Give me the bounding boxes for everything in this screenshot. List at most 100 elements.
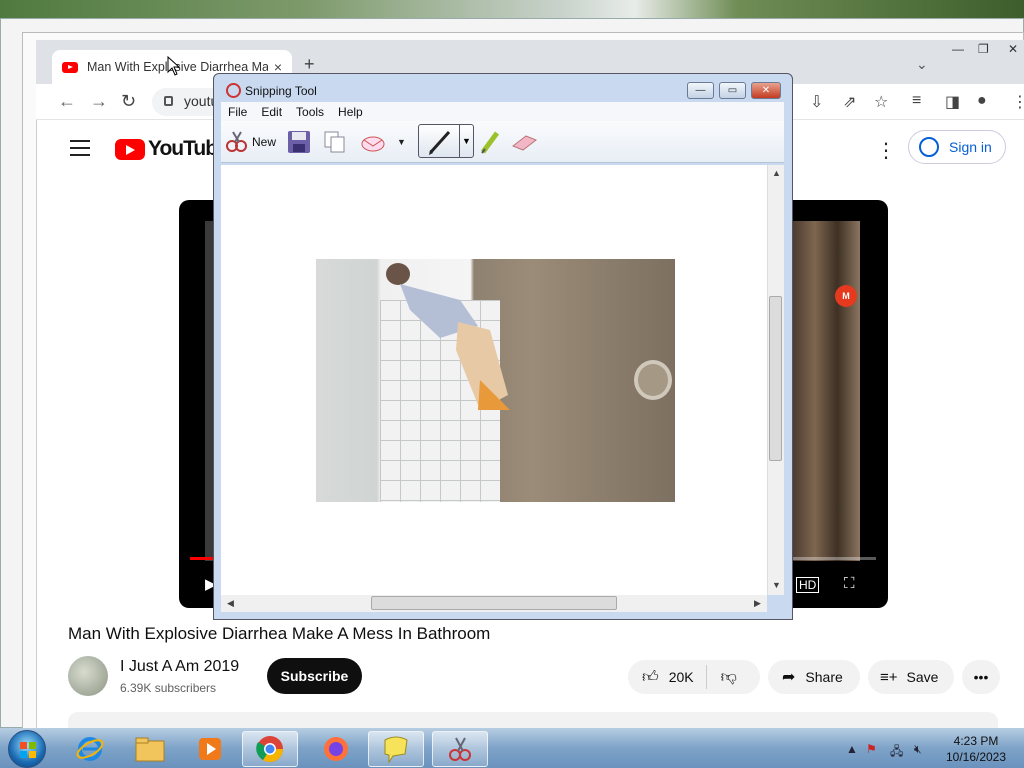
chrome-menu-icon[interactable]: ⋮	[1012, 92, 1024, 112]
menu-edit[interactable]: Edit	[261, 105, 282, 119]
more-actions-button[interactable]: •••	[962, 660, 1000, 694]
youtube-logo[interactable]: YouTube	[115, 137, 229, 161]
like-button[interactable]: 👍︎ 20K	[628, 665, 707, 689]
reload-icon[interactable]: ↻	[121, 91, 136, 112]
back-arrow-icon[interactable]: ←	[58, 91, 76, 112]
taskbar-media-player[interactable]	[182, 731, 238, 767]
dislike-button[interactable]: 👎︎	[707, 668, 737, 687]
send-dropdown-icon[interactable]: ▼	[397, 130, 406, 154]
channel-avatar[interactable]	[68, 656, 108, 696]
side-panel-icon[interactable]: ◨	[945, 92, 960, 112]
show-hidden-icons[interactable]: ▲	[846, 742, 858, 756]
snip-close-button[interactable]: ✕	[751, 82, 781, 99]
settings-kebab-icon[interactable]: ⋮	[876, 138, 896, 163]
send-envelope-icon	[361, 136, 385, 152]
action-center-flag-icon[interactable]: ⚑	[866, 742, 877, 756]
fullscreen-icon[interactable]: ⛶	[844, 575, 855, 592]
snipping-tool-titlebar[interactable]: Snipping Tool	[226, 83, 317, 98]
snip-image-toilet	[634, 360, 672, 400]
highlighter-icon	[480, 131, 500, 154]
snip-menu-bar: File Edit Tools Help	[221, 102, 784, 121]
save-snip-button[interactable]	[287, 130, 311, 154]
forward-arrow-icon[interactable]: →	[90, 91, 108, 112]
volume-muted-icon[interactable]: 🔇︎	[914, 742, 922, 757]
folder-icon	[135, 737, 165, 762]
scroll-down-arrow-icon[interactable]: ▼	[772, 580, 781, 590]
media-player-icon	[199, 738, 221, 760]
snip-image-person	[386, 263, 510, 410]
snipping-tool-title: Snipping Tool	[245, 83, 317, 98]
network-icon[interactable]: 🖧︎	[890, 742, 903, 763]
subscribe-button[interactable]: Subscribe	[267, 658, 362, 694]
new-tab-button[interactable]: +	[304, 54, 315, 75]
taskbar-firefox[interactable]	[308, 731, 364, 767]
thumbs-up-icon: 👍︎	[642, 668, 659, 686]
lock-icon	[164, 96, 173, 106]
highlighter-button[interactable]	[478, 130, 502, 154]
sign-in-label: Sign in	[949, 139, 992, 155]
snip-minimize-button[interactable]: —	[687, 82, 714, 99]
clock-time: 4:23 PM	[953, 734, 999, 748]
taskbar-sticky-notes[interactable]	[368, 731, 424, 767]
bookmark-star-icon[interactable]: ☆	[874, 92, 888, 112]
menu-help[interactable]: Help	[338, 105, 363, 119]
vertical-scroll-thumb[interactable]	[769, 296, 782, 461]
media-control-icon[interactable]: ≡	[912, 92, 921, 110]
tab-search-chevron-icon[interactable]: ⌄	[916, 56, 928, 73]
horizontal-scroll-thumb[interactable]	[371, 596, 617, 610]
copy-icon	[324, 131, 345, 153]
like-dislike-group: 👍︎ 20K 👎︎	[628, 660, 760, 694]
eraser-button[interactable]	[510, 130, 538, 154]
taskbar-internet-explorer[interactable]	[62, 731, 118, 767]
scroll-right-arrow-icon[interactable]: ▶	[754, 598, 761, 609]
maximize-button[interactable]: ❐	[978, 42, 989, 56]
close-button[interactable]: ✕	[1008, 42, 1018, 56]
share-button[interactable]: ➦ Share	[768, 660, 860, 694]
menu-file[interactable]: File	[228, 105, 247, 119]
menu-tools[interactable]: Tools	[296, 105, 324, 119]
snip-maximize-button[interactable]: ▭	[719, 82, 746, 99]
subscriber-count: 6.39K subscribers	[120, 681, 217, 695]
windows-logo-icon	[20, 742, 36, 758]
sticky-notes-icon	[384, 736, 408, 764]
taskbar-snipping-tool[interactable]	[432, 731, 488, 767]
minimize-button[interactable]: —	[952, 42, 964, 56]
scroll-up-arrow-icon[interactable]: ▲	[772, 168, 781, 178]
channel-watermark: M	[835, 285, 857, 307]
floppy-disk-icon	[288, 131, 310, 153]
account-icon	[919, 137, 939, 157]
channel-name[interactable]: I Just A Am 2019	[120, 658, 239, 676]
install-app-icon[interactable]: ⇩	[810, 92, 823, 112]
pen-dropdown-icon[interactable]: ▼	[459, 125, 473, 157]
sign-in-button[interactable]: Sign in	[908, 130, 1006, 164]
profile-icon[interactable]: ●	[977, 92, 987, 110]
thumbs-down-icon: 👎︎	[720, 668, 737, 686]
scroll-left-arrow-icon[interactable]: ◀	[227, 598, 234, 609]
like-count: 20K	[668, 669, 694, 685]
chrome-icon	[256, 736, 284, 763]
hamburger-menu-icon[interactable]	[70, 140, 90, 161]
system-clock[interactable]: 4:23 PM 10/16/2023	[936, 733, 1016, 765]
share-page-icon[interactable]: ⇗	[843, 92, 856, 112]
internet-explorer-icon	[76, 737, 104, 761]
youtube-play-icon	[115, 138, 145, 160]
start-button[interactable]	[8, 730, 46, 768]
taskbar-chrome[interactable]	[242, 731, 298, 767]
video-title: Man With Explosive Diarrhea Make A Mess …	[68, 624, 491, 643]
new-snip-label: New	[252, 135, 277, 149]
scissors-icon	[226, 83, 241, 98]
copy-snip-button[interactable]	[323, 130, 347, 154]
share-label: Share	[805, 669, 843, 685]
new-scissors-icon	[226, 131, 247, 152]
clock-date: 10/16/2023	[945, 750, 1007, 764]
firefox-icon	[324, 737, 348, 761]
snipping-tool-taskbar-icon	[449, 737, 471, 761]
share-arrow-icon: ➦	[782, 669, 796, 686]
taskbar-file-explorer[interactable]	[122, 731, 178, 767]
hd-quality-icon[interactable]: HD	[796, 577, 820, 593]
send-snip-button[interactable]	[360, 130, 388, 154]
pen-icon	[429, 130, 451, 155]
pen-tool-button[interactable]: ▼	[418, 124, 474, 158]
new-snip-button[interactable]: New	[224, 130, 276, 154]
save-button[interactable]: ≡+ Save	[868, 660, 954, 694]
